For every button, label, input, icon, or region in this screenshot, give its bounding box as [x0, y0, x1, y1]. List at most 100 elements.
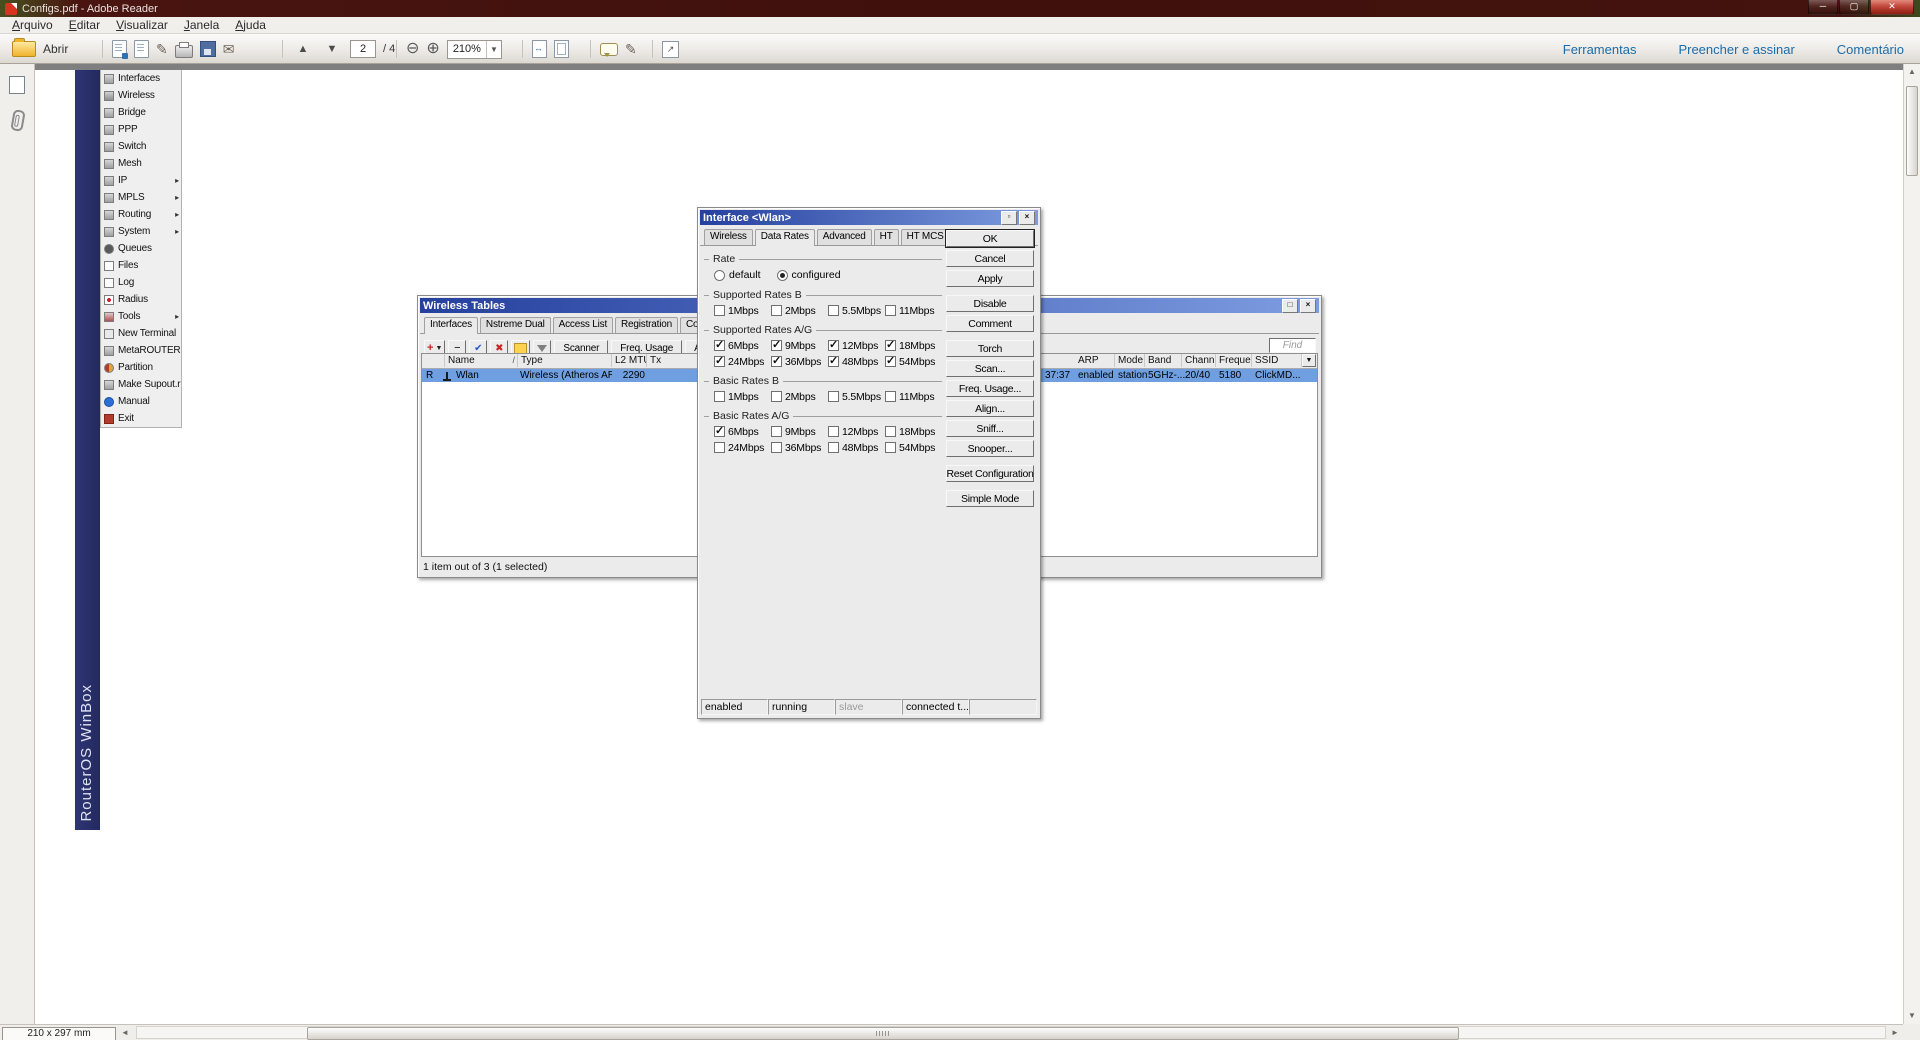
scroll-down-icon[interactable]: ▼ — [1904, 1008, 1920, 1024]
sniff-button[interactable]: Sniff... — [946, 420, 1034, 437]
page-thumbnails-icon[interactable] — [9, 76, 25, 94]
menu-ajuda[interactable]: Ajuda — [227, 17, 274, 33]
comment-button[interactable]: Comment — [946, 315, 1034, 332]
winbox-menu-mesh[interactable]: Mesh — [101, 155, 181, 172]
tab-advanced[interactable]: Advanced — [817, 229, 872, 245]
rate-checkbox[interactable]: 54Mbps — [885, 355, 942, 368]
rate-checkbox[interactable]: 12Mbps — [828, 339, 885, 352]
winbox-menu-files[interactable]: Files — [101, 257, 181, 274]
checkbox-icon[interactable] — [714, 391, 725, 402]
checkbox-icon[interactable] — [885, 391, 896, 402]
checkbox-icon[interactable] — [828, 391, 839, 402]
menu-visualizar[interactable]: Visualizar — [108, 17, 176, 33]
email-icon[interactable]: ✉ — [223, 42, 235, 56]
rate-checkbox[interactable]: 12Mbps — [828, 425, 885, 438]
rate-checkbox[interactable]: 5.5Mbps — [828, 304, 885, 317]
menu-editar[interactable]: Editar — [61, 17, 108, 33]
checkbox-icon[interactable] — [714, 426, 725, 437]
snooper-button[interactable]: Snooper... — [946, 440, 1034, 457]
rate-checkbox[interactable]: 54Mbps — [885, 441, 942, 454]
checkbox-icon[interactable] — [885, 426, 896, 437]
tab-access-list[interactable]: Access List — [553, 317, 613, 333]
winbox-menu-ip[interactable]: IP — [101, 172, 181, 189]
winbox-menu-log[interactable]: Log — [101, 274, 181, 291]
rate-checkbox[interactable]: 36Mbps — [771, 441, 828, 454]
zoom-out-icon[interactable]: ⊖ — [406, 41, 419, 57]
close-icon[interactable]: × — [1300, 299, 1316, 313]
ssid-column-header[interactable]: SSID — [1252, 354, 1302, 367]
frequency-column-header[interactable]: Frequen... — [1216, 354, 1252, 367]
rate-checkbox[interactable]: 9Mbps — [771, 339, 828, 352]
winbox-menu-routing[interactable]: Routing — [101, 206, 181, 223]
checkbox-icon[interactable] — [714, 305, 725, 316]
horizontal-scroll-thumb[interactable] — [307, 1027, 1459, 1040]
band-column-header[interactable]: Band — [1145, 354, 1182, 367]
checkbox-icon[interactable] — [885, 305, 896, 316]
attachments-icon[interactable] — [10, 109, 25, 132]
rate-checkbox[interactable]: 24Mbps — [714, 355, 771, 368]
checkbox-icon[interactable] — [714, 442, 725, 453]
rate-checkbox[interactable]: 18Mbps — [885, 339, 942, 352]
torch-button[interactable]: Torch — [946, 340, 1034, 357]
cancel-button[interactable]: Cancel — [946, 250, 1034, 267]
checkbox-icon[interactable] — [771, 391, 782, 402]
winbox-menu-queues[interactable]: Queues — [101, 240, 181, 257]
flags-column-header[interactable] — [422, 354, 445, 367]
winbox-menu-ppp[interactable]: PPP — [101, 121, 181, 138]
checkbox-icon[interactable] — [771, 305, 782, 316]
winbox-menu-manual[interactable]: Manual — [101, 393, 181, 410]
rate-checkbox[interactable]: 2Mbps — [771, 390, 828, 403]
menu-janela[interactable]: Janela — [176, 17, 227, 33]
apply-button[interactable]: Apply — [946, 270, 1034, 287]
winbox-menu-system[interactable]: System — [101, 223, 181, 240]
tab-wireless[interactable]: Wireless — [704, 229, 753, 245]
restore-icon[interactable]: □ — [1282, 299, 1298, 313]
tab-ht-mcs[interactable]: HT MCS — [901, 229, 950, 245]
freq-usage-button[interactable]: Freq. Usage... — [946, 380, 1034, 397]
fit-width-icon[interactable] — [532, 40, 547, 58]
rate-checkbox[interactable]: 36Mbps — [771, 355, 828, 368]
scroll-up-icon[interactable]: ▲ — [1904, 64, 1920, 80]
vertical-scrollbar[interactable]: ▲ ▼ — [1903, 64, 1920, 1024]
dialog-titlebar[interactable]: Interface <Wlan> ▫ × — [700, 210, 1038, 225]
rate-checkbox[interactable]: 9Mbps — [771, 425, 828, 438]
rate-default-radio[interactable]: default — [714, 269, 761, 281]
next-page-icon[interactable]: ▼ — [321, 38, 343, 60]
zoom-level-select[interactable]: 210% ▼ — [447, 40, 502, 59]
winbox-menu-radius[interactable]: Radius — [101, 291, 181, 308]
fullscreen-icon[interactable]: ↗ — [662, 41, 679, 58]
scroll-left-icon[interactable]: ◄ — [118, 1027, 132, 1039]
tab-interfaces[interactable]: Interfaces — [424, 317, 478, 334]
rate-checkbox[interactable]: 6Mbps — [714, 425, 771, 438]
checkbox-icon[interactable] — [828, 356, 839, 367]
sign-pen-icon[interactable]: ✎ — [156, 42, 168, 56]
disable-button[interactable]: Disable — [946, 295, 1034, 312]
winbox-menu-interfaces[interactable]: Interfaces — [101, 70, 181, 87]
fit-page-icon[interactable] — [554, 40, 569, 58]
zoom-in-icon[interactable]: ⊕ — [426, 41, 439, 57]
checkbox-icon[interactable] — [885, 340, 896, 351]
type-column-header[interactable]: Type — [518, 354, 612, 367]
winbox-menu-exit[interactable]: Exit — [101, 410, 181, 427]
rate-checkbox[interactable]: 11Mbps — [885, 390, 942, 403]
rate-checkbox[interactable]: 2Mbps — [771, 304, 828, 317]
rate-checkbox[interactable]: 18Mbps — [885, 425, 942, 438]
maximize-button[interactable]: ▢ — [1839, 0, 1869, 15]
radio-icon[interactable] — [777, 270, 788, 281]
checkbox-icon[interactable] — [771, 442, 782, 453]
checkbox-icon[interactable] — [885, 442, 896, 453]
mode-column-header[interactable]: Mode — [1115, 354, 1145, 367]
checkbox-icon[interactable] — [771, 356, 782, 367]
winbox-menu-partition[interactable]: Partition — [101, 359, 181, 376]
rate-checkbox[interactable]: 5.5Mbps — [828, 390, 885, 403]
column-picker-icon[interactable]: ▼ — [1302, 354, 1316, 367]
winbox-menu-mpls[interactable]: MPLS — [101, 189, 181, 206]
save-icon[interactable] — [200, 41, 216, 57]
print-icon[interactable] — [175, 45, 193, 58]
horizontal-scrollbar[interactable] — [136, 1026, 1886, 1039]
align-button[interactable]: Align... — [946, 400, 1034, 417]
close-icon[interactable]: × — [1019, 211, 1035, 225]
vertical-scroll-thumb[interactable] — [1906, 86, 1918, 176]
find-input[interactable]: Find — [1269, 338, 1316, 353]
scroll-right-icon[interactable]: ► — [1888, 1027, 1902, 1039]
